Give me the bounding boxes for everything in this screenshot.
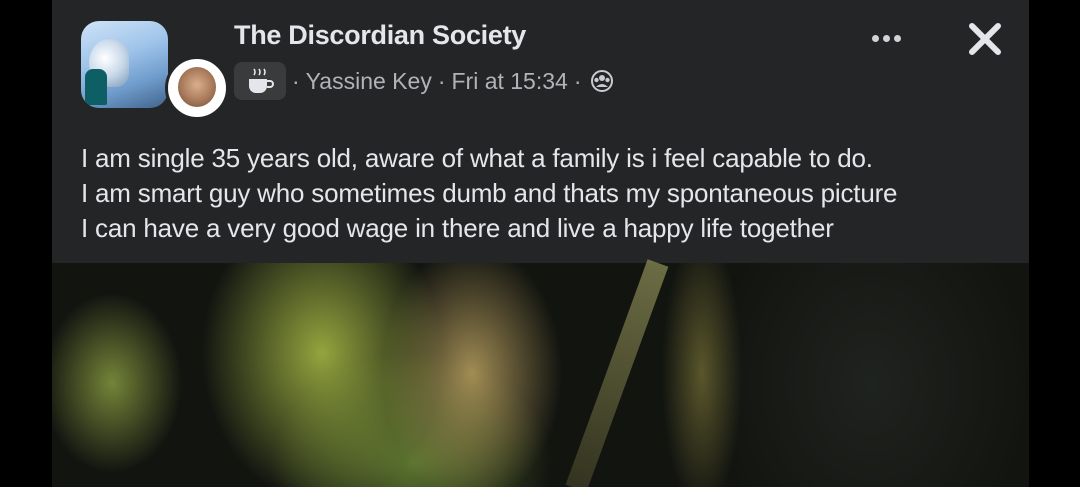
group-avatar-figure xyxy=(85,69,107,105)
group-name-link[interactable]: The Discordian Society xyxy=(234,20,526,51)
post-timestamp[interactable]: Fri at 15:34 xyxy=(451,68,567,95)
group-avatar[interactable] xyxy=(81,21,168,108)
coffee-cup-icon xyxy=(234,62,286,100)
meta-separator: · xyxy=(573,67,582,94)
post-text-line: I can have a very good wage in there and… xyxy=(81,213,834,243)
group-privacy-icon[interactable] xyxy=(590,69,614,93)
post-body-text: I am single 35 years old, aware of what … xyxy=(81,141,1016,246)
post-photo[interactable] xyxy=(52,259,1029,487)
meta-separator: · xyxy=(437,67,446,94)
post-text-line: I am smart guy who sometimes dumb and th… xyxy=(81,178,898,208)
close-icon[interactable] xyxy=(962,16,1008,62)
more-options-icon[interactable] xyxy=(862,24,910,52)
author-name-link[interactable]: Yassine Key xyxy=(306,68,432,95)
photo-branch xyxy=(565,259,669,487)
post-card: The Discordian Society · Yassine Key · F… xyxy=(52,0,1029,487)
post-text-line: I am single 35 years old, aware of what … xyxy=(81,143,873,173)
post-header: The Discordian Society · Yassine Key · F… xyxy=(52,0,1029,120)
meta-separator: · xyxy=(292,67,300,94)
author-avatar-photo xyxy=(178,67,216,107)
post-meta: · Yassine Key · Fri at 15:34 · xyxy=(234,60,614,102)
author-avatar[interactable] xyxy=(165,56,229,120)
